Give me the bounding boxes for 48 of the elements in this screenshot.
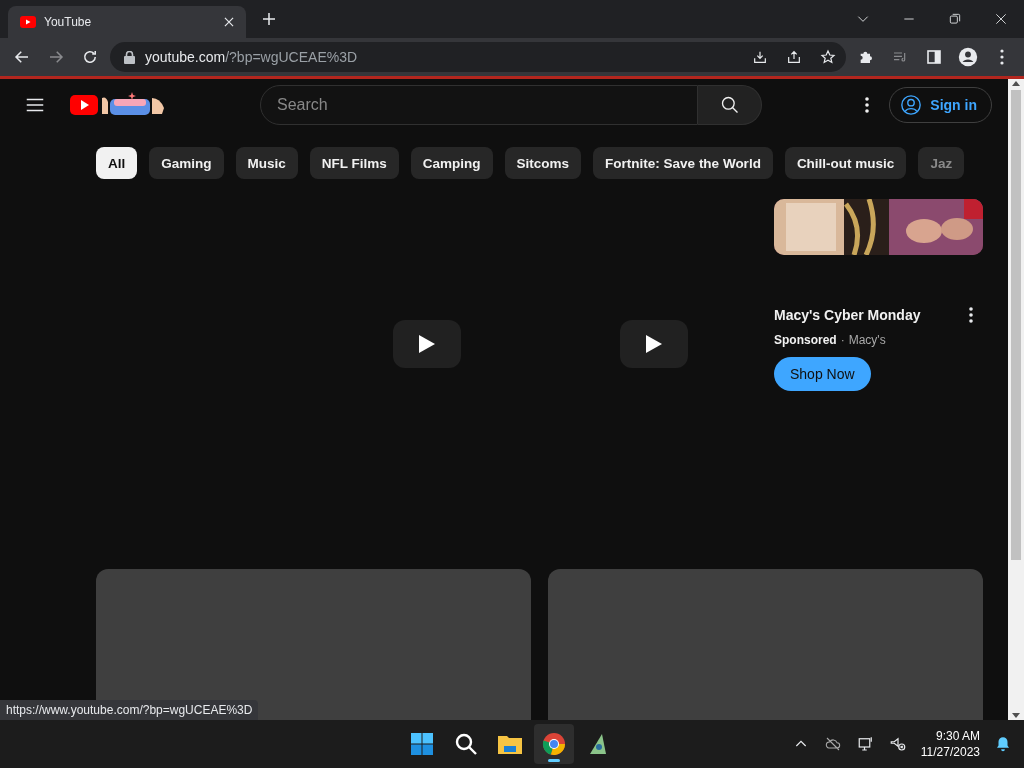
new-tab-icon[interactable] — [260, 10, 278, 28]
taskbar-button[interactable] — [534, 724, 574, 764]
lock-icon — [124, 50, 135, 64]
search-field[interactable]: Search — [260, 85, 698, 125]
share-icon[interactable] — [786, 49, 802, 65]
install-icon[interactable] — [752, 49, 768, 65]
more-options-icon[interactable] — [969, 307, 973, 323]
status-url: https://www.youtube.com/?bp=wgUCEAE%3D — [0, 700, 259, 720]
search-icon — [454, 732, 478, 756]
category-chip[interactable]: Sitcoms — [504, 147, 582, 179]
scrollbar[interactable] — [1008, 79, 1024, 720]
category-chip[interactable]: Chill-out music — [784, 147, 907, 179]
scroll-up-icon[interactable] — [1012, 81, 1020, 86]
scroll-down-icon[interactable] — [1012, 713, 1020, 718]
speaker-muted-icon[interactable] — [888, 735, 907, 753]
more-options-icon[interactable] — [865, 97, 870, 113]
category-chip[interactable]: Music — [235, 147, 298, 179]
close-icon[interactable] — [222, 15, 236, 29]
youtube-logo-icon — [20, 16, 36, 28]
network-icon[interactable] — [856, 735, 875, 753]
sponsored-label: Sponsored — [774, 333, 837, 347]
ad-title: Macy's Cyber Monday — [774, 307, 921, 323]
browser-tab[interactable]: YouTube — [8, 6, 246, 38]
play-button[interactable] — [620, 320, 688, 368]
category-chip[interactable]: Camping — [410, 147, 493, 179]
windows-logo-icon — [410, 732, 434, 756]
category-chip[interactable]: NFL Films — [309, 147, 399, 179]
play-button[interactable] — [393, 320, 461, 368]
clock-time: 9:30 AM — [935, 729, 980, 743]
category-chip[interactable]: Gaming — [149, 147, 224, 179]
search-button[interactable] — [698, 85, 762, 125]
tab-title: YouTube — [44, 15, 93, 29]
clock-date: 11/27/2023 — [920, 745, 980, 759]
category-chip[interactable]: All — [96, 147, 138, 179]
category-chip[interactable]: Jaz — [918, 147, 965, 179]
chrome-icon — [542, 732, 566, 756]
separator-dot: · — [840, 333, 845, 347]
play-icon — [418, 334, 436, 354]
url-text: youtube.com/?bp=wgUCEAE%3D — [145, 49, 359, 65]
address-bar[interactable]: youtube.com/?bp=wgUCEAE%3D — [110, 42, 846, 72]
search-icon — [719, 95, 740, 115]
bell-icon[interactable] — [994, 735, 1012, 753]
shop-now-button[interactable]: Shop Now — [774, 357, 871, 391]
advertiser-name: Macy's — [848, 333, 886, 347]
play-icon — [645, 334, 663, 354]
category-chip[interactable]: Fortnite: Save the World — [593, 147, 773, 179]
star-icon[interactable] — [820, 49, 836, 65]
account-icon — [900, 94, 923, 116]
